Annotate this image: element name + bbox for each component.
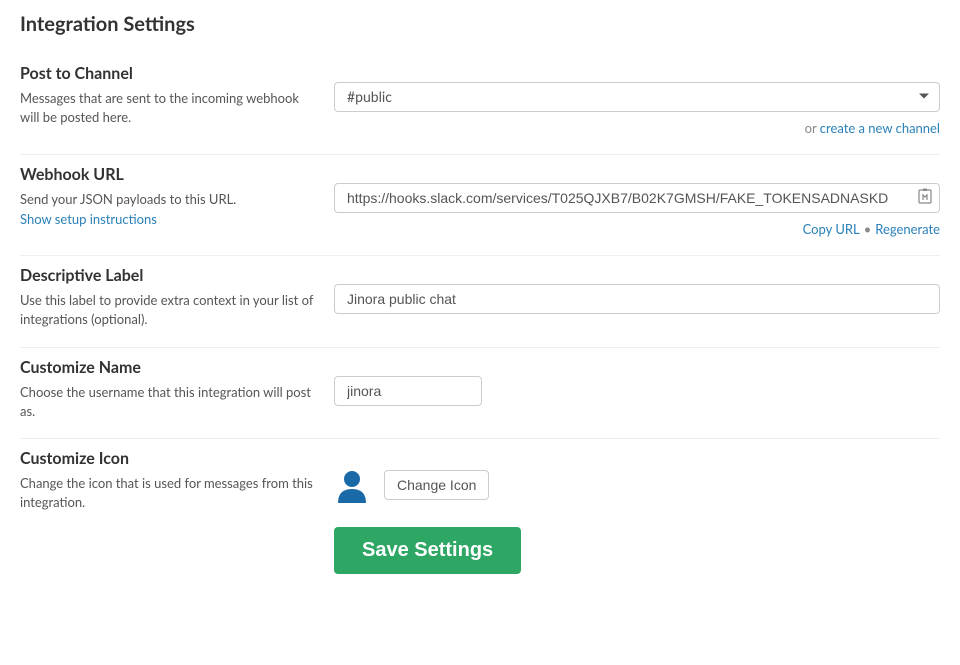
bullet-separator: • — [864, 221, 872, 237]
customize-icon-desc: Change the icon that is used for message… — [20, 474, 314, 512]
page-title: Integration Settings — [20, 12, 940, 36]
webhook-url-desc: Send your JSON payloads to this URL. — [20, 190, 314, 209]
customize-name-desc: Choose the username that this integratio… — [20, 383, 314, 421]
clipboard-icon[interactable] — [918, 188, 932, 208]
post-to-channel-desc: Messages that are sent to the incoming w… — [20, 89, 314, 127]
section-post-to-channel: Post to Channel Messages that are sent t… — [20, 54, 940, 155]
section-customize-name: Customize Name Choose the username that … — [20, 348, 940, 440]
channel-select[interactable]: #public — [334, 82, 940, 112]
customize-name-input[interactable] — [334, 376, 482, 406]
post-to-channel-heading: Post to Channel — [20, 64, 314, 83]
or-text: or — [805, 120, 820, 136]
save-settings-button[interactable]: Save Settings — [334, 527, 521, 574]
section-descriptive-label: Descriptive Label Use this label to prov… — [20, 256, 940, 348]
descriptive-label-desc: Use this label to provide extra context … — [20, 291, 314, 329]
avatar — [334, 467, 370, 503]
webhook-url-heading: Webhook URL — [20, 165, 314, 184]
setup-instructions-link[interactable]: Show setup instructions — [20, 211, 157, 227]
section-customize-icon: Customize Icon Change the icon that is u… — [20, 439, 940, 592]
copy-url-link[interactable]: Copy URL — [803, 221, 860, 237]
webhook-url-input[interactable] — [334, 183, 940, 213]
regenerate-link[interactable]: Regenerate — [875, 221, 940, 237]
section-webhook-url: Webhook URL Send your JSON payloads to t… — [20, 155, 940, 256]
descriptive-label-input[interactable] — [334, 284, 940, 314]
customize-icon-heading: Customize Icon — [20, 449, 314, 468]
create-channel-link[interactable]: create a new channel — [820, 120, 940, 136]
descriptive-label-heading: Descriptive Label — [20, 266, 314, 285]
change-icon-button[interactable]: Change Icon — [384, 470, 489, 500]
customize-name-heading: Customize Name — [20, 358, 314, 377]
